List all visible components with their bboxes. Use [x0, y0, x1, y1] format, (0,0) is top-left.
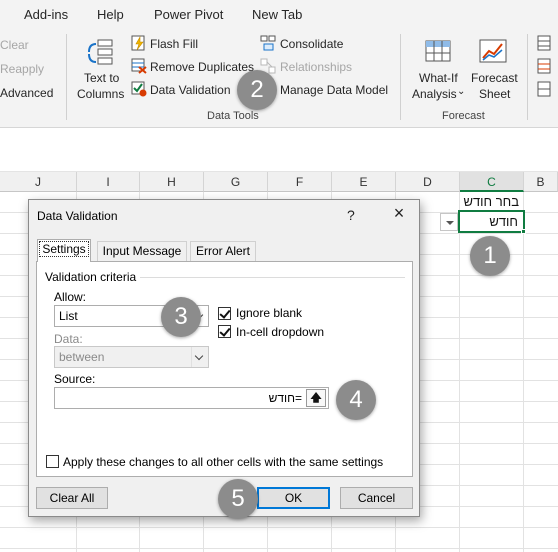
advanced-button[interactable]: Advanced [0, 86, 53, 100]
allow-select-value: List [59, 309, 78, 323]
group-separator [400, 34, 401, 120]
data-select-value: between [59, 350, 105, 364]
dialog-title: Data Validation [37, 209, 118, 223]
data-label: Data: [54, 332, 83, 346]
tab-settings[interactable]: Settings [37, 239, 91, 262]
tab-add-ins[interactable]: Add-ins [24, 7, 68, 22]
step-badge-3: 3 [161, 297, 201, 337]
cell-dropdown-button[interactable] [440, 213, 458, 231]
forecast-sheet-label-1: Forecast [471, 71, 518, 85]
close-icon[interactable]: × [391, 204, 407, 222]
relationships-button[interactable]: Relationships [280, 60, 352, 74]
step-badge-1: 1 [470, 236, 510, 276]
group-icon[interactable] [537, 35, 553, 51]
collapse-range-icon[interactable]: 🡅 [306, 389, 326, 407]
ungroup-icon[interactable] [537, 58, 553, 74]
ignore-blank-checkbox[interactable] [218, 307, 231, 320]
column-header-h[interactable]: H [140, 172, 204, 192]
remove-duplicates-icon [131, 58, 147, 74]
column-header-c[interactable]: C [460, 172, 524, 192]
step-badge-2: 2 [237, 70, 277, 110]
reapply-button[interactable]: Reapply [0, 62, 44, 76]
data-validation-icon [131, 81, 147, 97]
divider [135, 277, 405, 278]
ribbon: Clear Reapply Advanced Text to Columns F… [0, 30, 558, 128]
incell-dropdown-checkbox[interactable] [218, 325, 231, 338]
apply-all-checkbox[interactable] [46, 455, 59, 468]
manage-data-model-button[interactable]: Manage Data Model [280, 83, 388, 97]
data-validation-dialog: Data Validation ? × Settings Input Messa… [28, 199, 420, 517]
source-value: =חודש [268, 391, 302, 405]
column-header-j[interactable]: J [0, 172, 77, 192]
flash-fill-button[interactable]: Flash Fill [150, 37, 198, 51]
chevron-down-icon [191, 347, 208, 367]
text-to-columns-label-2: Columns [77, 87, 125, 101]
data-validation-button[interactable]: Data Validation [150, 83, 231, 97]
what-if-label-1: What-If [419, 71, 458, 85]
incell-dropdown-label: In-cell dropdown [236, 325, 325, 339]
group-separator [527, 34, 528, 120]
apply-all-label: Apply these changes to all other cells w… [63, 455, 384, 469]
remove-duplicates-button[interactable]: Remove Duplicates [150, 60, 254, 74]
subtotal-icon[interactable] [537, 81, 553, 97]
help-button[interactable]: ? [347, 207, 355, 223]
step-badge-5: 5 [218, 479, 258, 519]
column-header-f[interactable]: F [268, 172, 332, 192]
tab-help[interactable]: Help [97, 7, 124, 22]
settings-panel: Validation criteria Allow: List Ignore b… [36, 261, 413, 477]
source-input[interactable]: =חודש 🡅 [54, 387, 329, 409]
step-badge-4: 4 [336, 380, 376, 420]
what-if-analysis-icon [425, 40, 451, 62]
text-to-columns-label-1: Text to [84, 71, 120, 85]
forecast-sheet-icon [479, 39, 507, 63]
gridline [459, 192, 460, 552]
column-header-i[interactable]: I [77, 172, 140, 192]
clear-all-button[interactable]: Clear All [36, 487, 108, 509]
validation-criteria-title: Validation criteria [45, 270, 141, 284]
data-select: between [54, 346, 209, 368]
source-label: Source: [54, 372, 96, 386]
group-separator [66, 34, 67, 120]
gridline [523, 192, 524, 552]
tab-settings-label: Settings [39, 241, 89, 257]
cell-c2-active[interactable]: חודש [458, 210, 525, 233]
tab-power-pivot[interactable]: Power Pivot [154, 7, 223, 22]
tab-new-tab[interactable]: New Tab [252, 7, 302, 22]
cancel-button[interactable]: Cancel [340, 487, 413, 509]
allow-label: Allow: [54, 290, 87, 304]
forecast-group-label: Forecast [442, 110, 485, 122]
chevron-down-icon: ⌄ [457, 86, 466, 97]
fill-handle[interactable] [521, 229, 526, 234]
flash-fill-icon [131, 35, 145, 51]
what-if-label-2: Analysis [412, 87, 457, 101]
column-header-b[interactable]: B [524, 172, 558, 192]
data-tools-group-label: Data Tools [207, 110, 259, 122]
tab-input-message[interactable]: Input Message [97, 241, 187, 261]
formula-bar-area [0, 128, 558, 172]
cell-c1[interactable]: בחר חודש [460, 192, 524, 212]
column-header-g[interactable]: G [204, 172, 268, 192]
ribbon-tab-bar: Add-ins Help Power Pivot New Tab [0, 0, 558, 30]
ignore-blank-label: Ignore blank [236, 306, 303, 320]
clear-button[interactable]: Clear [0, 38, 29, 52]
ok-button[interactable]: OK [257, 487, 330, 509]
column-header-d[interactable]: D [396, 172, 460, 192]
forecast-sheet-label-2: Sheet [479, 87, 511, 101]
column-header-e[interactable]: E [332, 172, 396, 192]
tab-error-alert[interactable]: Error Alert [190, 241, 256, 261]
consolidate-button[interactable]: Consolidate [280, 37, 343, 51]
text-to-columns-icon [88, 39, 113, 65]
consolidate-icon [260, 35, 276, 51]
